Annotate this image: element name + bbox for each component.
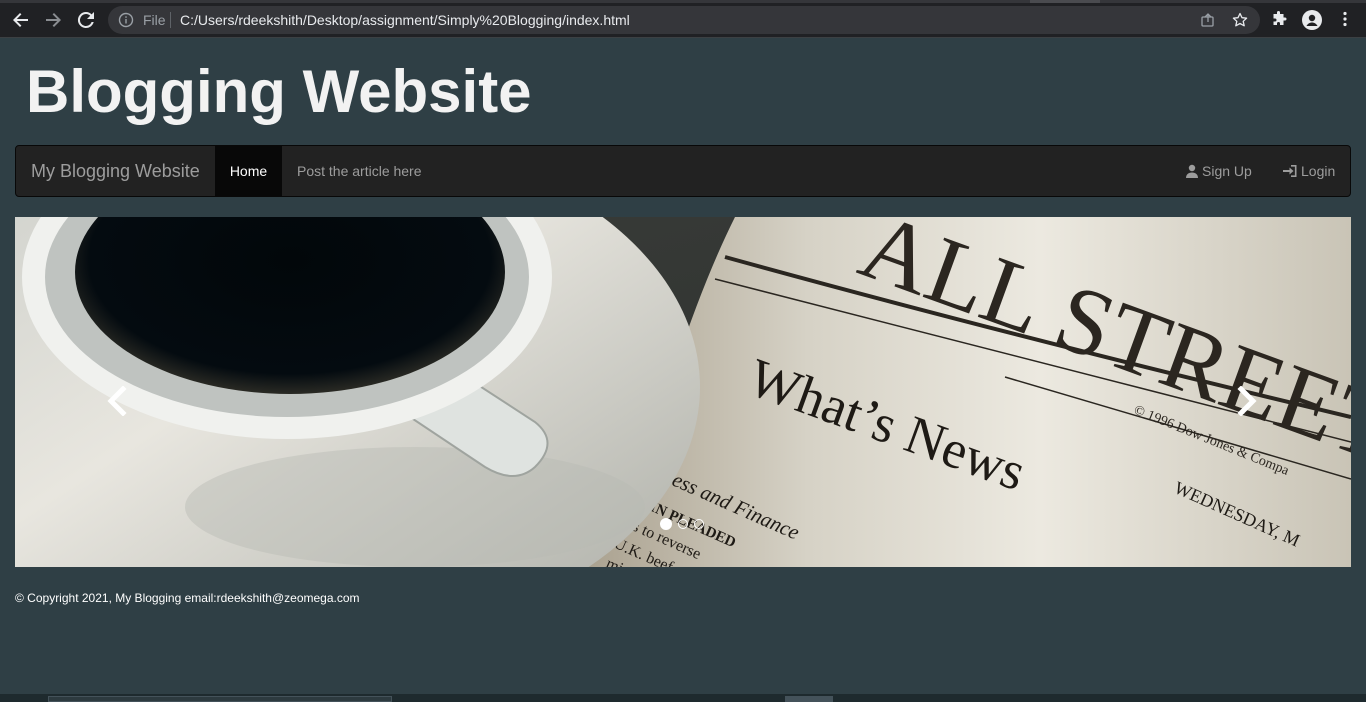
signup-label: Sign Up: [1202, 163, 1252, 179]
image-carousel: ALL STREET What’s News © 1996 Dow Jones …: [15, 217, 1351, 567]
scrollbar-thumb[interactable]: [785, 696, 833, 702]
bottom-scrollbar[interactable]: [0, 694, 1366, 702]
omnibox-divider: [170, 12, 171, 28]
nav-item-home[interactable]: Home: [215, 146, 282, 196]
carousel-indicators: [660, 518, 704, 530]
url-text[interactable]: C:/Users/rdeekshith/Desktop/assignment/S…: [180, 12, 630, 28]
reload-icon[interactable]: [75, 9, 97, 31]
navbar-brand[interactable]: My Blogging Website: [31, 146, 200, 196]
page-title: Blogging Website: [26, 58, 532, 125]
login-icon: [1283, 165, 1297, 177]
puzzle-icon[interactable]: [1270, 10, 1288, 28]
tab-indicator[interactable]: [1030, 0, 1100, 3]
profile-icon[interactable]: [1302, 10, 1322, 30]
chevron-left-icon: [107, 386, 127, 416]
nav-item-post-article[interactable]: Post the article here: [297, 146, 422, 196]
forward-icon[interactable]: [42, 9, 64, 31]
info-icon[interactable]: [118, 12, 134, 28]
carousel-slide-image: ALL STREET What’s News © 1996 Dow Jones …: [15, 217, 1351, 567]
carousel-indicator-1[interactable]: [660, 518, 672, 530]
user-icon: [1186, 164, 1198, 178]
file-scheme-label: File: [143, 12, 166, 28]
signup-link[interactable]: Sign Up: [1185, 146, 1252, 196]
main-navbar: My Blogging Website Home Post the articl…: [15, 145, 1351, 197]
tab-strip: [0, 0, 1366, 3]
carousel-indicator-3[interactable]: [694, 519, 704, 529]
footer-copyright: © Copyright 2021, My Blogging email:rdee…: [15, 591, 360, 605]
share-icon[interactable]: [1200, 12, 1216, 28]
carousel-prev-control[interactable]: [102, 383, 132, 419]
chevron-right-icon: [1237, 386, 1257, 416]
login-label: Login: [1301, 163, 1336, 179]
scrollbar-track-segment: [48, 696, 392, 702]
back-icon[interactable]: [10, 9, 32, 31]
star-icon[interactable]: [1232, 12, 1248, 28]
address-bar[interactable]: File C:/Users/rdeekshith/Desktop/assignm…: [108, 6, 1260, 34]
carousel-next-control[interactable]: [1232, 383, 1262, 419]
menu-icon[interactable]: [1336, 10, 1354, 28]
carousel-indicator-2[interactable]: [678, 519, 688, 529]
login-link[interactable]: Login: [1283, 146, 1335, 196]
saucer-shadow: [185, 447, 645, 567]
browser-toolbar: File C:/Users/rdeekshith/Desktop/assignm…: [0, 0, 1366, 38]
